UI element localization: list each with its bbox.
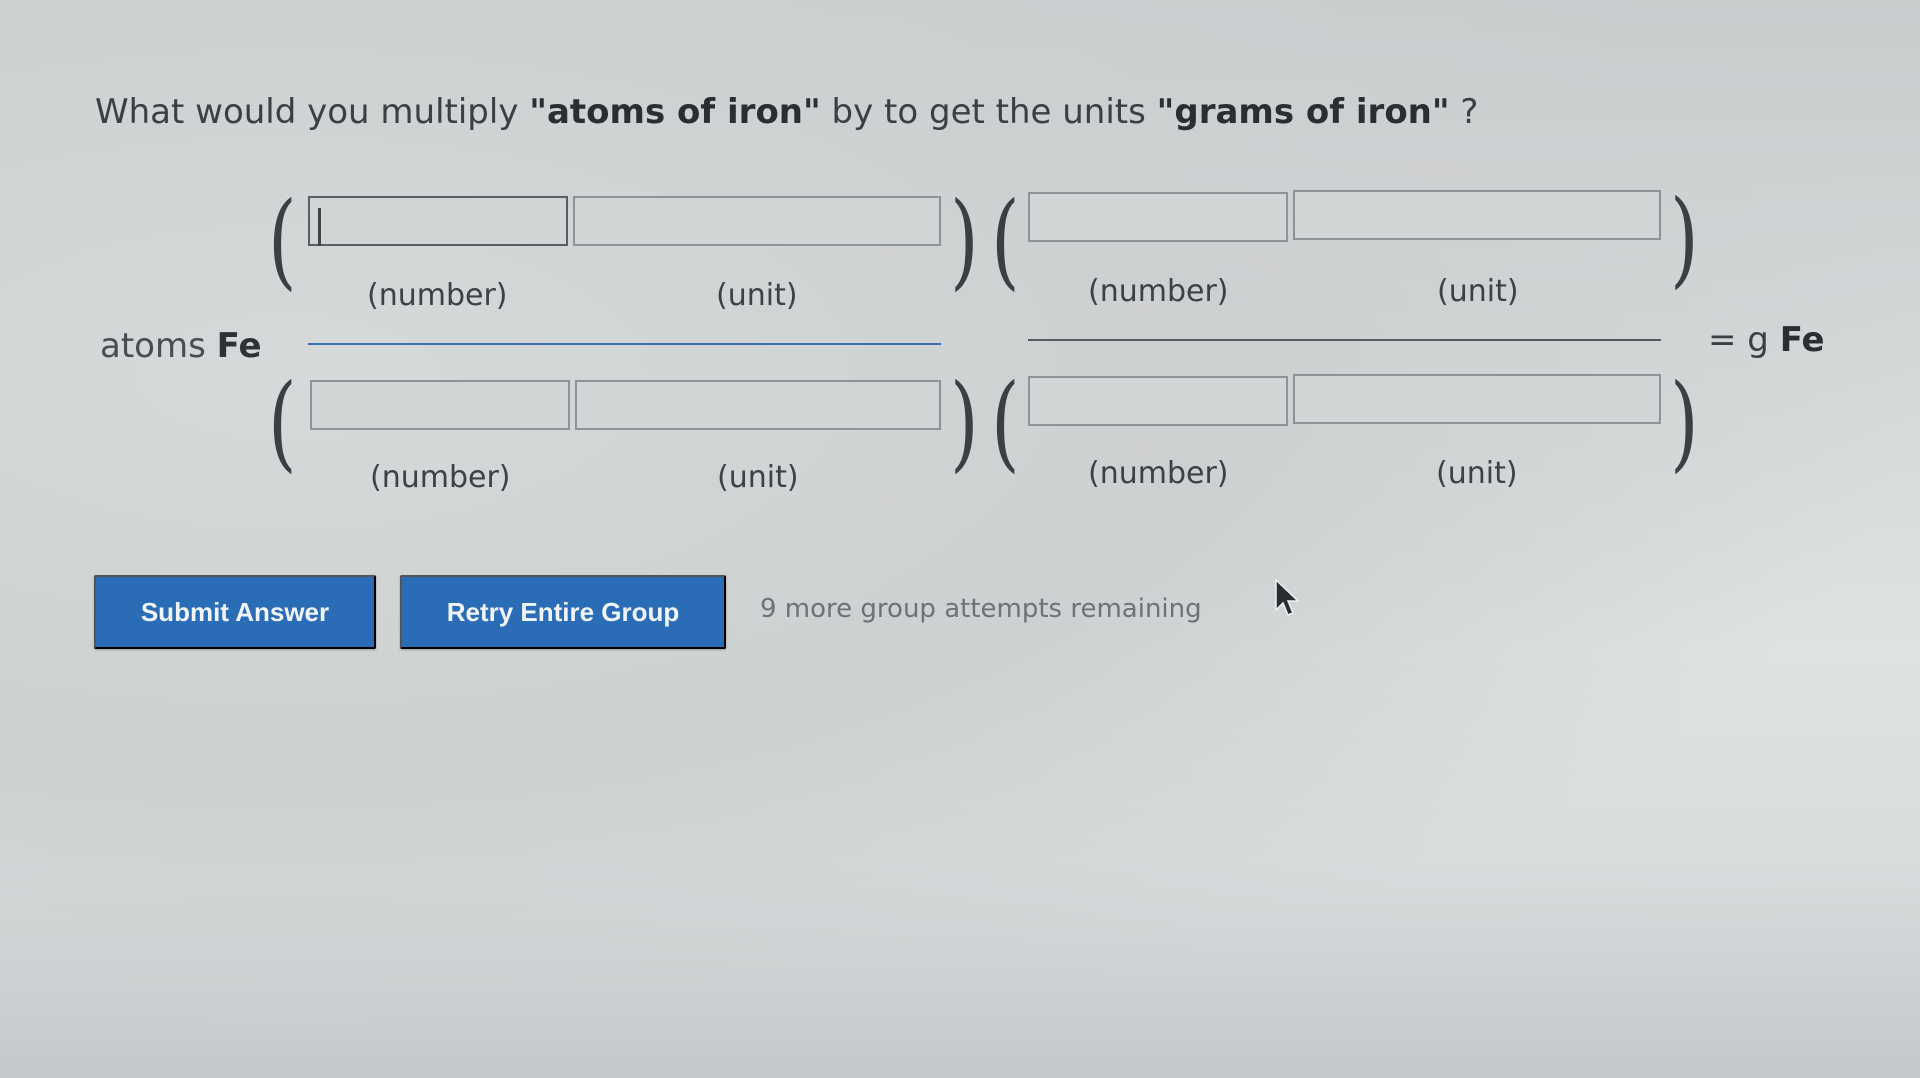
factor1-denominator-number-input[interactable] [310,380,570,430]
result-unit: = g Fe [1708,320,1825,360]
factor1-fraction-line [308,343,941,345]
starting-unit-element: Fe [216,326,262,366]
factor1-numerator-unit-input[interactable] [573,196,941,246]
close-paren: ) [1670,361,1699,483]
dimensional-analysis-equation: atoms Fe ( (number) (unit) ) ( (number) … [0,0,1920,520]
submit-answer-button[interactable]: Submit Answer [94,575,376,649]
close-paren: ) [950,361,979,483]
factor1-denominator-unit-label: (unit) [717,460,799,495]
factor1-numerator-number-label: (number) [367,278,508,313]
factor2-numerator-number-label: (number) [1088,274,1229,309]
text-cursor [318,208,321,246]
starting-unit: atoms Fe [100,326,262,366]
result-unit-prefix: = g [1708,320,1769,360]
open-paren: ( [268,179,297,301]
attempts-remaining-text: 9 more group attempts remaining [760,594,1202,624]
factor1-denominator-number-label: (number) [370,460,511,495]
close-paren: ) [1670,177,1699,299]
result-unit-element: Fe [1779,320,1825,360]
open-paren: ( [991,179,1020,301]
starting-unit-quantity: atoms [100,326,206,366]
factor2-numerator-unit-label: (unit) [1437,274,1519,309]
mouse-pointer-icon [1275,578,1300,616]
factor2-denominator-number-input[interactable] [1028,376,1288,426]
factor2-numerator-unit-input[interactable] [1293,190,1661,240]
open-paren: ( [268,361,297,483]
factor2-fraction-line [1028,339,1661,341]
retry-entire-group-button[interactable]: Retry Entire Group [400,575,726,649]
open-paren: ( [991,361,1020,483]
factor1-denominator-unit-input[interactable] [575,380,941,430]
factor2-denominator-unit-input[interactable] [1293,374,1661,424]
factor1-numerator-unit-label: (unit) [716,278,798,313]
factor2-numerator-number-input[interactable] [1028,192,1288,242]
factor1-numerator-number-input[interactable] [308,196,568,246]
factor2-denominator-unit-label: (unit) [1436,456,1518,491]
close-paren: ) [950,179,979,301]
factor2-denominator-number-label: (number) [1088,456,1229,491]
